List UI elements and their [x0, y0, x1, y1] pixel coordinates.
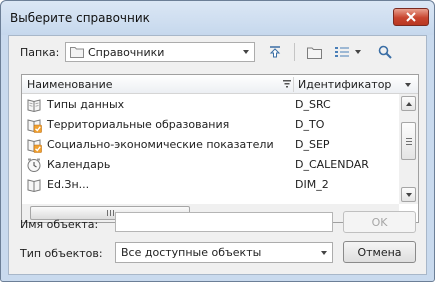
folder-value: Справочники: [88, 46, 165, 59]
item-id: D_CALENDAR: [295, 158, 369, 171]
scroll-down-button[interactable]: [401, 187, 416, 202]
toolbar-separator: [294, 43, 295, 61]
item-name: Территориальные образования: [47, 118, 230, 131]
item-name: Ed.Зн...: [47, 178, 90, 191]
view-mode-button[interactable]: [333, 42, 363, 62]
list-item[interactable]: Календарь D_CALENDAR: [22, 155, 399, 175]
filter-icon[interactable]: [283, 80, 291, 88]
title-bar[interactable]: Выберите справочник: [1, 1, 434, 35]
column-header-name[interactable]: Наименование: [27, 78, 112, 91]
list-item[interactable]: Территориальные образования D_TO: [22, 115, 399, 135]
dialog-body: Папка: Справочники Наименование Идентифи…: [8, 35, 427, 275]
close-button[interactable]: [393, 8, 429, 26]
ok-button[interactable]: OK: [343, 211, 416, 233]
scroll-up-button[interactable]: [401, 96, 416, 111]
up-level-button[interactable]: [265, 42, 285, 62]
dialog-window: Выберите справочник Папка: Справочники Н…: [0, 0, 435, 282]
item-id: D_SRC: [295, 98, 331, 111]
object-name-label: Имя объекта:: [20, 218, 99, 231]
search-button[interactable]: [375, 42, 395, 62]
list-header: Наименование Идентификатор: [22, 75, 418, 94]
chevron-down-icon: [355, 50, 361, 54]
dialog-title: Выберите справочник: [10, 11, 150, 25]
up-arrow-icon: [269, 46, 281, 58]
list-item[interactable]: Типы данных D_SRC: [22, 95, 399, 115]
object-type-label: Тип объектов:: [20, 247, 103, 260]
catalog-list[interactable]: Наименование Идентификатор Типы данных D…: [21, 74, 419, 223]
chevron-down-icon: [405, 192, 412, 197]
cancel-button[interactable]: Отмена: [343, 241, 416, 263]
object-name-input[interactable]: [115, 212, 333, 232]
chevron-down-icon: [321, 250, 327, 255]
column-header-id[interactable]: Идентификатор: [298, 78, 391, 91]
grip-icon: [405, 137, 412, 145]
new-folder-icon: [306, 47, 322, 59]
close-icon: [406, 12, 416, 22]
folder-icon: [70, 47, 84, 58]
folder-combobox[interactable]: Справочники: [65, 42, 255, 62]
chevron-down-icon: [243, 50, 249, 54]
book-check-icon: [27, 119, 42, 133]
item-name: Календарь: [47, 158, 111, 171]
item-name: Социально-экономические показатели: [47, 138, 274, 151]
grip-icon: [106, 210, 114, 216]
folder-dropdown-arrow[interactable]: [238, 43, 254, 61]
vertical-scrollbar[interactable]: [399, 94, 418, 204]
chevron-up-icon: [405, 101, 412, 106]
list-item[interactable]: Ed.Зн... DIM_2: [22, 175, 399, 195]
book-icon: [27, 99, 41, 113]
book-check-icon: [27, 139, 42, 153]
item-name: Типы данных: [47, 98, 125, 111]
book-icon: [27, 179, 41, 193]
vertical-scroll-thumb[interactable]: [401, 122, 416, 160]
object-type-combobox[interactable]: Все доступные объекты: [115, 242, 333, 263]
search-icon: [378, 45, 392, 59]
object-type-dropdown-arrow[interactable]: [316, 243, 332, 262]
column-divider[interactable]: [293, 77, 294, 92]
column-menu-chevron-icon[interactable]: [405, 83, 411, 87]
list-item[interactable]: Социально-экономические показатели D_SEP: [22, 135, 399, 155]
item-id: D_SEP: [295, 138, 330, 151]
calendar-icon: [27, 158, 41, 172]
list-view-icon: [335, 47, 349, 57]
new-folder-button[interactable]: [304, 42, 324, 62]
folder-label: Папка:: [20, 46, 60, 59]
item-id: D_TO: [295, 118, 325, 131]
item-id: DIM_2: [295, 178, 329, 191]
object-type-value: Все доступные объекты: [121, 246, 262, 259]
